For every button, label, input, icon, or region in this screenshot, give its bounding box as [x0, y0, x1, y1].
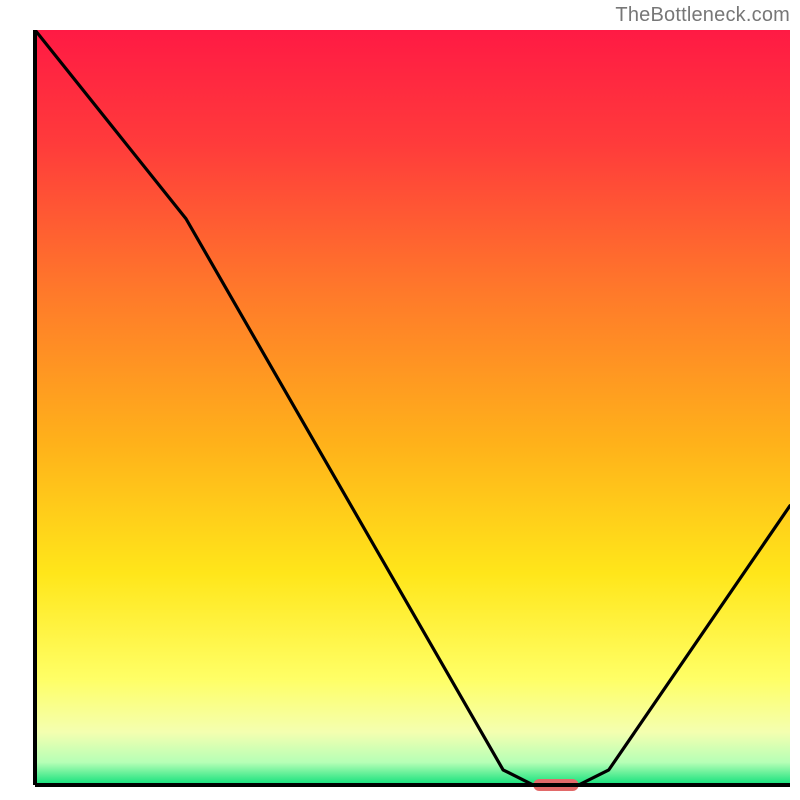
watermark-text: TheBottleneck.com	[615, 4, 790, 27]
bottleneck-chart	[0, 0, 800, 800]
chart-container: TheBottleneck.com	[0, 0, 800, 800]
